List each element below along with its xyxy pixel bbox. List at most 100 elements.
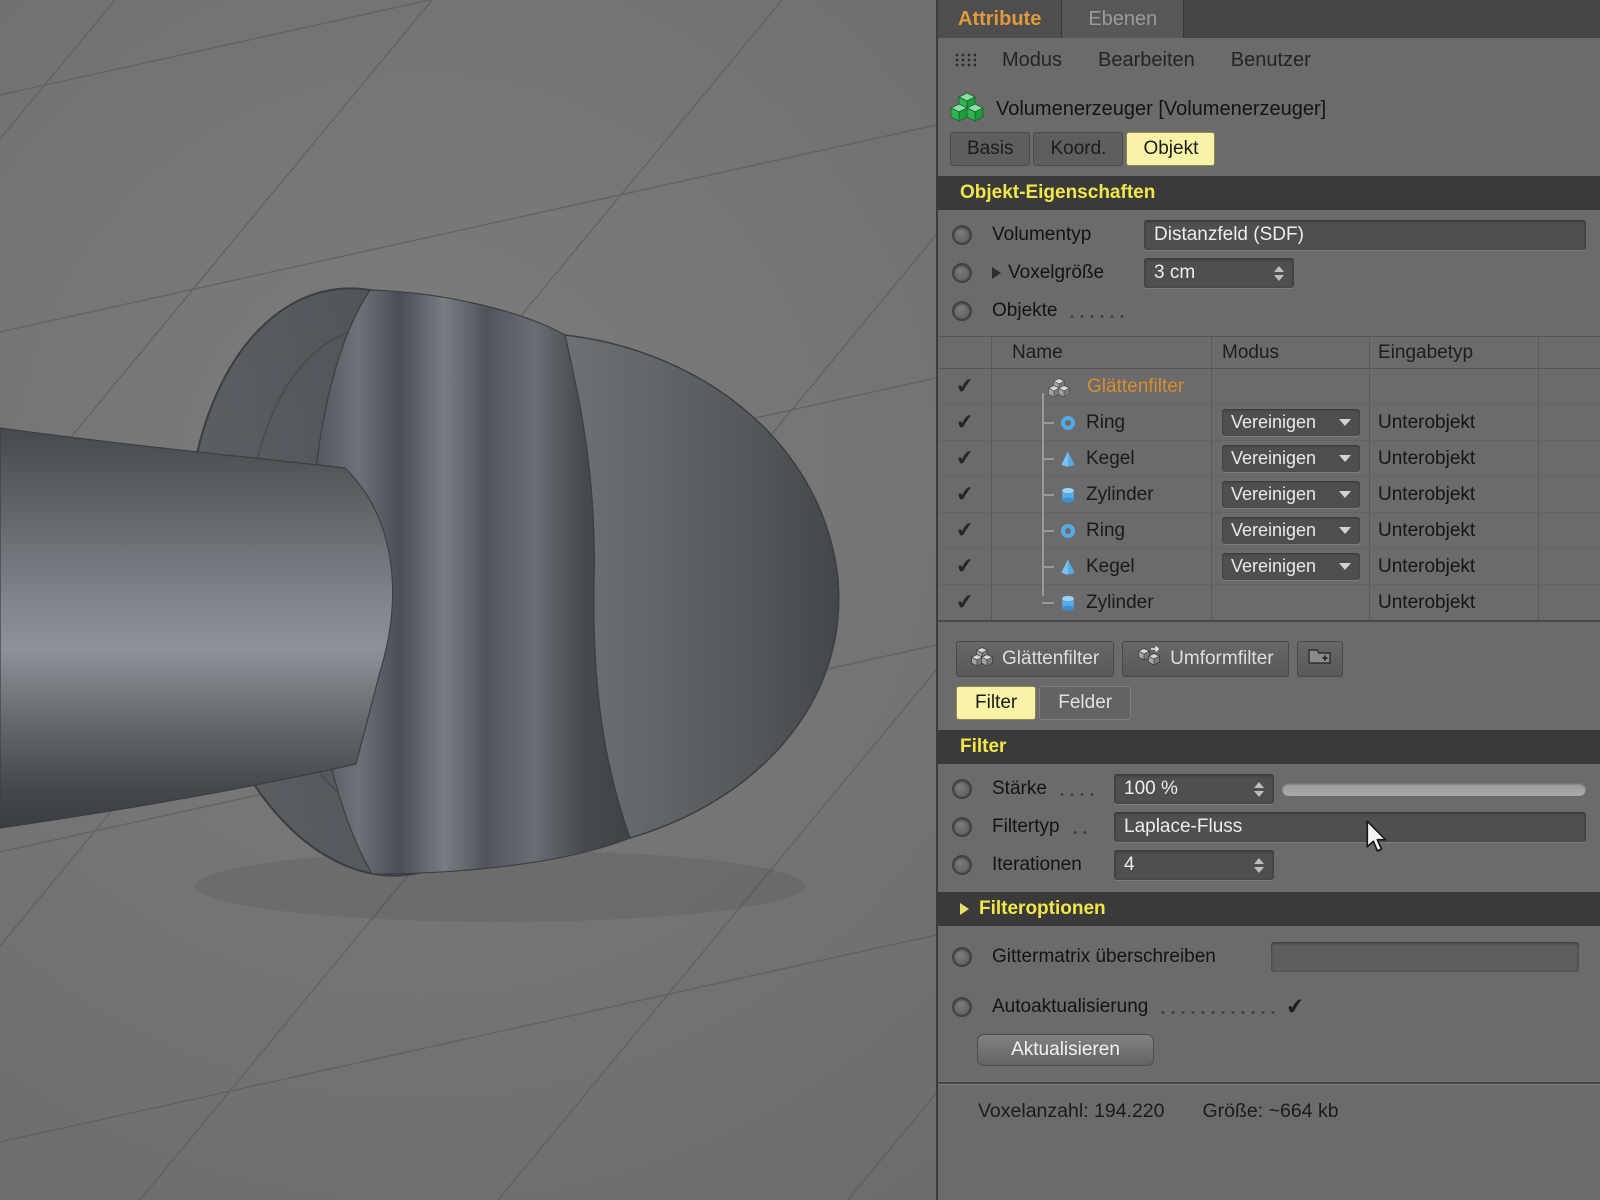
- section-object-properties[interactable]: Objekt-Eigenschaften: [938, 176, 1600, 210]
- object-name[interactable]: Kegel: [1086, 556, 1135, 578]
- tab-koord[interactable]: Koord.: [1033, 132, 1123, 166]
- staerke-input[interactable]: 100 %: [1114, 774, 1274, 804]
- voxelgroesse-stepper[interactable]: [1266, 266, 1284, 281]
- row-gittermatrix: Gittermatrix überschreiben: [938, 938, 1600, 976]
- anim-dot-gittermatrix[interactable]: [952, 947, 972, 967]
- filtertyp-dropdown[interactable]: Laplace-Fluss: [1114, 812, 1586, 842]
- staerke-slider[interactable]: [1282, 783, 1586, 796]
- modus-dropdown[interactable]: Vereinigen: [1222, 553, 1360, 580]
- eingabetyp-value: Unterobjekt: [1378, 520, 1475, 542]
- gittermatrix-label: Gittermatrix überschreiben: [992, 946, 1216, 968]
- filter-button-row: Glättenfilter Umformfilter: [938, 640, 1600, 678]
- menu-modus[interactable]: Modus: [1002, 49, 1062, 72]
- disclosure-voxelgroesse-icon[interactable]: [992, 267, 1001, 279]
- enabled-check-icon[interactable]: ✔: [954, 481, 974, 508]
- anim-dot-filtertyp[interactable]: [952, 817, 972, 837]
- chevron-down-icon: [1339, 563, 1351, 570]
- voxelgroesse-input[interactable]: 3 cm: [1144, 258, 1294, 288]
- enabled-check-icon[interactable]: ✔: [954, 589, 974, 616]
- autoaktualisierung-checkbox[interactable]: ✔: [1285, 993, 1306, 1021]
- chevron-down-icon: [1339, 455, 1351, 462]
- table-row-zylinder[interactable]: ✔ Zylinder Unterobjekt: [938, 585, 1600, 620]
- iterationen-label-box: Iterationen: [992, 854, 1114, 876]
- tree-line: [1042, 393, 1044, 596]
- anim-dot-objekte[interactable]: [952, 301, 972, 321]
- table-row-kegel[interactable]: ✔ Kegel Vereinigen Unterobjekt: [938, 441, 1600, 477]
- section-filter[interactable]: Filter: [938, 730, 1600, 764]
- add-umformfilter-button[interactable]: Umformfilter: [1122, 641, 1288, 677]
- header-enabled-column: [938, 337, 992, 368]
- ring-icon: [1059, 414, 1077, 432]
- enabled-check-icon[interactable]: ✔: [954, 409, 974, 436]
- table-row-zylinder[interactable]: ✔ Zylinder Vereinigen Unterobjekt: [938, 477, 1600, 513]
- chevron-down-icon: [1339, 527, 1351, 534]
- modus-dropdown[interactable]: Vereinigen: [1222, 409, 1360, 436]
- tab-felder[interactable]: Felder: [1039, 686, 1131, 720]
- add-glaettenfilter-button[interactable]: Glättenfilter: [956, 641, 1114, 677]
- tab-basis[interactable]: Basis: [950, 132, 1030, 166]
- staerke-label-box: Stärke: [992, 778, 1114, 800]
- header-eingabetyp[interactable]: Eingabetyp: [1378, 342, 1473, 364]
- enabled-check-icon[interactable]: ✔: [954, 373, 974, 400]
- objekte-label: Objekte: [992, 300, 1057, 322]
- object-tab-strip: Basis Koord. Objekt: [938, 132, 1600, 166]
- enabled-check-icon[interactable]: ✔: [954, 553, 974, 580]
- menu-benutzer[interactable]: Benutzer: [1231, 49, 1311, 72]
- object-name[interactable]: Zylinder: [1086, 592, 1154, 614]
- iterationen-input[interactable]: 4: [1114, 850, 1274, 880]
- anim-dot-volumentyp[interactable]: [952, 225, 972, 245]
- anim-dot-iterationen[interactable]: [952, 855, 972, 875]
- section-filteroptionen-label: Filteroptionen: [979, 898, 1106, 920]
- header-name[interactable]: Name: [1012, 342, 1063, 364]
- table-row-kegel[interactable]: ✔ Kegel Vereinigen Unterobjekt: [938, 549, 1600, 585]
- anim-dot-staerke[interactable]: [952, 779, 972, 799]
- tab-ebenen[interactable]: Ebenen: [1062, 0, 1184, 38]
- object-name[interactable]: Zylinder: [1086, 484, 1154, 506]
- objekte-dots: [1067, 315, 1129, 318]
- tab-filter[interactable]: Filter: [956, 686, 1036, 720]
- ring-icon: [1059, 522, 1077, 540]
- anim-dot-voxelgroesse[interactable]: [952, 263, 972, 283]
- viewport-scene: [0, 0, 936, 1200]
- menu-bearbeiten[interactable]: Bearbeiten: [1098, 49, 1195, 72]
- staerke-stepper[interactable]: [1246, 782, 1264, 797]
- viewport-3d[interactable]: [0, 0, 936, 1200]
- table-row-ring[interactable]: ✔ Ring Vereinigen Unterobjekt: [938, 405, 1600, 441]
- tree-branch: [1042, 602, 1054, 604]
- anim-dot-autoaktualisierung[interactable]: [952, 997, 972, 1017]
- tab-attribute[interactable]: Attribute: [938, 0, 1062, 38]
- enabled-check-icon[interactable]: ✔: [954, 445, 974, 472]
- panel-grip-icon[interactable]: [954, 52, 976, 68]
- object-name[interactable]: Ring: [1086, 412, 1125, 434]
- modus-dropdown[interactable]: Vereinigen: [1222, 445, 1360, 472]
- object-name[interactable]: Glättenfilter: [1087, 376, 1184, 398]
- filtertyp-label-box: Filtertyp: [992, 816, 1114, 838]
- iterationen-stepper[interactable]: [1246, 858, 1264, 873]
- modus-dropdown[interactable]: Vereinigen: [1222, 481, 1360, 508]
- disclosure-right-icon[interactable]: [960, 903, 969, 915]
- eingabetyp-value: Unterobjekt: [1378, 556, 1475, 578]
- volumentyp-dropdown[interactable]: Distanzfeld (SDF): [1144, 220, 1586, 250]
- cone-icon: [1059, 450, 1077, 468]
- table-row-ring[interactable]: ✔ Ring Vereinigen Unterobjekt: [938, 513, 1600, 549]
- gittermatrix-link-field[interactable]: [1271, 942, 1579, 972]
- cone-icon: [1059, 558, 1077, 576]
- voxelgroesse-value: 3 cm: [1154, 262, 1195, 284]
- volumentyp-value: Distanzfeld (SDF): [1154, 224, 1304, 246]
- row-objekte: Objekte: [938, 292, 1600, 330]
- header-modus[interactable]: Modus: [1222, 342, 1279, 364]
- chevron-down-icon: [1339, 491, 1351, 498]
- modus-value: Vereinigen: [1231, 412, 1316, 433]
- tab-objekt[interactable]: Objekt: [1126, 132, 1215, 166]
- table-row-glaettenfilter[interactable]: ✔ Glättenfilter: [938, 369, 1600, 405]
- add-folder-button[interactable]: [1297, 641, 1343, 677]
- enabled-check-icon[interactable]: ✔: [954, 517, 974, 544]
- row-autoaktualisierung: Autoaktualisierung ✔: [938, 988, 1600, 1026]
- voxelgroesse-label: Voxelgröße: [1008, 262, 1138, 284]
- modus-value: Vereinigen: [1231, 556, 1316, 577]
- object-name[interactable]: Kegel: [1086, 448, 1135, 470]
- aktualisieren-button[interactable]: Aktualisieren: [977, 1034, 1154, 1066]
- section-filteroptionen[interactable]: Filteroptionen: [938, 892, 1600, 926]
- modus-dropdown[interactable]: Vereinigen: [1222, 517, 1360, 544]
- object-name[interactable]: Ring: [1086, 520, 1125, 542]
